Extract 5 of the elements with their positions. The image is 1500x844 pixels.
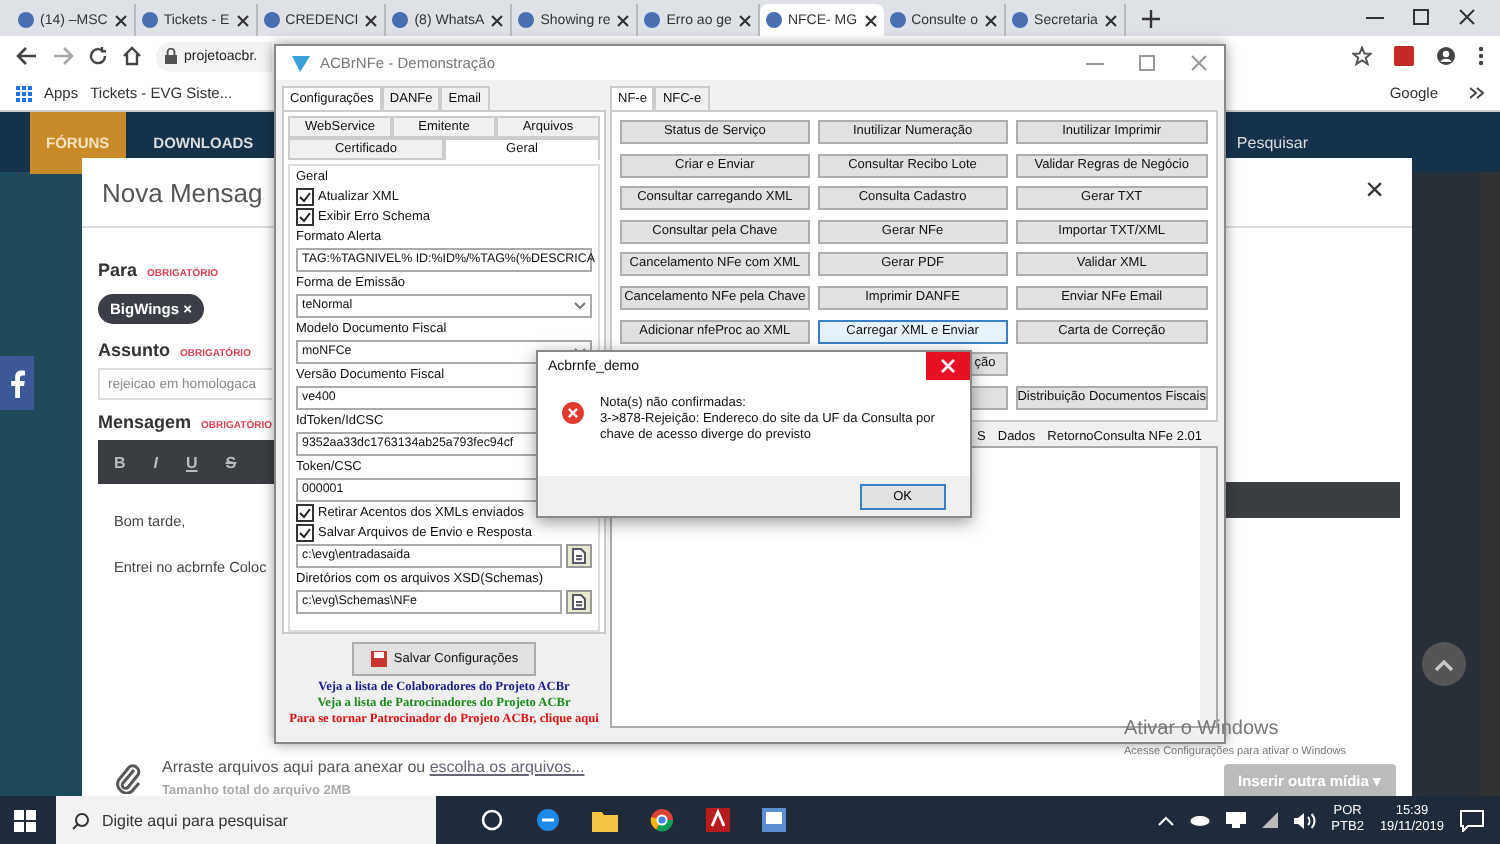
attach-hint: Arraste arquivos aqui para anexar ou escolha os arquivos...: [162, 758, 585, 776]
field-label: Assunto: [98, 340, 170, 360]
field-label: Mensagem: [98, 412, 192, 432]
field-label: Para: [98, 260, 138, 280]
dialog-title: Nova Mensag: [102, 177, 263, 207]
